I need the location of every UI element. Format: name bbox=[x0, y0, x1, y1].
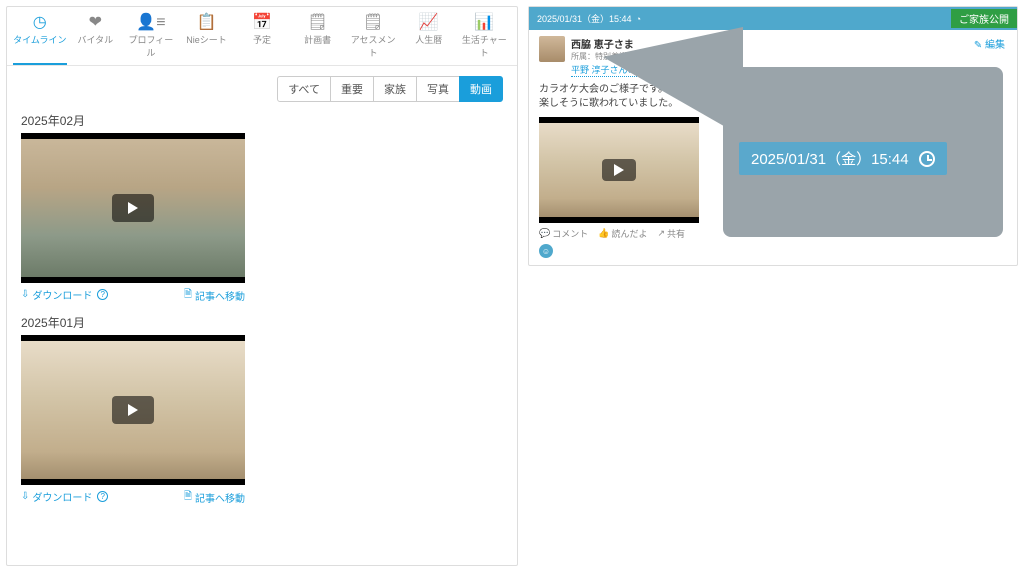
month-title: 2025年01月 bbox=[21, 314, 503, 331]
nav-label: Nieシート bbox=[186, 35, 227, 45]
nav-label: 計画書 bbox=[304, 35, 331, 45]
like-label: 読んだよ bbox=[611, 227, 647, 240]
month-section: 2025年02月 ⇩ダウンロード ? 🗎記事へ移動 bbox=[21, 112, 503, 304]
reactions: ☺ bbox=[539, 244, 1007, 258]
nav-profile[interactable]: 👤≡ プロフィール bbox=[124, 11, 178, 65]
goto-article-link[interactable]: 🗎記事へ移動 bbox=[184, 287, 245, 304]
publish-button[interactable]: ご家族公開 bbox=[951, 9, 1017, 28]
doc-icon: 🗎 bbox=[184, 489, 192, 506]
help-icon[interactable]: ? bbox=[97, 289, 108, 300]
download-label: ダウンロード bbox=[32, 287, 92, 302]
play-icon bbox=[112, 396, 154, 424]
nav-assessment[interactable]: 🗒 アセスメント bbox=[346, 11, 400, 65]
plan-icon: 🗒 bbox=[291, 15, 345, 31]
video-thumbnail[interactable] bbox=[21, 133, 245, 283]
nav-vital[interactable]: ❤ バイタル bbox=[69, 11, 123, 65]
filter-important[interactable]: 重要 bbox=[330, 76, 374, 102]
nav-label: プロフィール bbox=[128, 35, 173, 58]
clock-icon: ◷ bbox=[13, 15, 67, 31]
month-title: 2025年02月 bbox=[21, 112, 503, 129]
help-icon[interactable]: ? bbox=[97, 491, 108, 502]
nav-plan[interactable]: 🗒 計画書 bbox=[291, 11, 345, 65]
chart-line-icon: 📈 bbox=[402, 15, 456, 31]
download-link[interactable]: ⇩ダウンロード bbox=[21, 287, 92, 302]
datetime-badge: 2025/01/31（金）15:44 bbox=[739, 142, 947, 175]
nav-label: アセスメント bbox=[351, 35, 396, 58]
goto-article-link[interactable]: 🗎記事へ移動 bbox=[184, 489, 245, 506]
filter-bar: すべて 重要 家族 写真 動画 bbox=[7, 66, 517, 106]
nav-niesheet[interactable]: 📋 Nieシート bbox=[180, 11, 234, 65]
filter-family[interactable]: 家族 bbox=[373, 76, 417, 102]
download-label: ダウンロード bbox=[32, 489, 92, 504]
play-icon bbox=[112, 194, 154, 222]
goto-label: 記事へ移動 bbox=[195, 288, 245, 303]
edit-link[interactable]: ✎ 編集 bbox=[974, 36, 1005, 51]
top-nav: ◷ タイムライン ❤ バイタル 👤≡ プロフィール 📋 Nieシート 📅 予定 … bbox=[7, 7, 517, 66]
thumb-actions: ⇩ダウンロード ? 🗎記事へ移動 bbox=[21, 287, 245, 304]
nav-schedule[interactable]: 📅 予定 bbox=[235, 11, 289, 65]
play-icon bbox=[602, 159, 636, 181]
nav-label: バイタル bbox=[78, 35, 114, 45]
share-label: 共有 bbox=[667, 227, 685, 240]
clock-icon: ◔ bbox=[636, 14, 641, 24]
nav-label: タイムライン bbox=[13, 35, 66, 45]
nav-label: 人生暦 bbox=[415, 35, 442, 45]
reaction-smile-icon[interactable]: ☺ bbox=[539, 244, 553, 258]
assessment-icon: 🗒 bbox=[346, 15, 400, 31]
thumb-actions: ⇩ダウンロード ? 🗎記事へ移動 bbox=[21, 489, 245, 506]
comment-label: コメント bbox=[552, 227, 588, 240]
nav-lifehistory[interactable]: 📈 人生暦 bbox=[402, 11, 456, 65]
filter-photo[interactable]: 写真 bbox=[416, 76, 460, 102]
datetime-callout: 2025/01/31（金）15:44 bbox=[723, 67, 1003, 237]
month-section: 2025年01月 ⇩ダウンロード ? 🗎記事へ移動 bbox=[21, 314, 503, 506]
calendar-icon: 📅 bbox=[235, 15, 289, 31]
comment-action[interactable]: 💬 コメント bbox=[539, 227, 588, 240]
download-icon: ⇩ bbox=[21, 491, 29, 502]
right-panel: 2025/01/31（金）15:44 ◔ ご家族公開 ✎ 編集 西脇 恵子さま … bbox=[528, 6, 1018, 266]
download-icon: ⇩ bbox=[21, 289, 29, 300]
post-datetime: 2025/01/31（金）15:44 bbox=[537, 12, 632, 25]
filter-all[interactable]: すべて bbox=[277, 76, 331, 102]
left-panel: ◷ タイムライン ❤ バイタル 👤≡ プロフィール 📋 Nieシート 📅 予定 … bbox=[6, 6, 518, 566]
avatar bbox=[539, 36, 565, 62]
share-action[interactable]: ↗ 共有 bbox=[657, 227, 685, 240]
nav-label: 生活チャート bbox=[462, 35, 507, 58]
video-list: 2025年02月 ⇩ダウンロード ? 🗎記事へ移動 2025年01月 bbox=[7, 106, 517, 522]
filter-video[interactable]: 動画 bbox=[459, 76, 503, 102]
video-thumbnail[interactable] bbox=[21, 335, 245, 485]
nav-lifechart[interactable]: 📊 生活チャート bbox=[458, 11, 512, 65]
doc-icon: 🗎 bbox=[184, 287, 192, 304]
like-action[interactable]: 👍 読んだよ bbox=[598, 227, 647, 240]
profile-icon: 👤≡ bbox=[124, 15, 178, 31]
download-link[interactable]: ⇩ダウンロード bbox=[21, 489, 92, 504]
goto-label: 記事へ移動 bbox=[195, 490, 245, 505]
nav-timeline[interactable]: ◷ タイムライン bbox=[13, 11, 67, 65]
chart-bar-icon: 📊 bbox=[458, 15, 512, 31]
callout-text: 2025/01/31（金）15:44 bbox=[751, 148, 909, 169]
nav-label: 予定 bbox=[253, 35, 271, 45]
heart-icon: ❤ bbox=[69, 15, 123, 31]
clipboard-icon: 📋 bbox=[180, 15, 234, 31]
clock-icon bbox=[919, 151, 935, 167]
